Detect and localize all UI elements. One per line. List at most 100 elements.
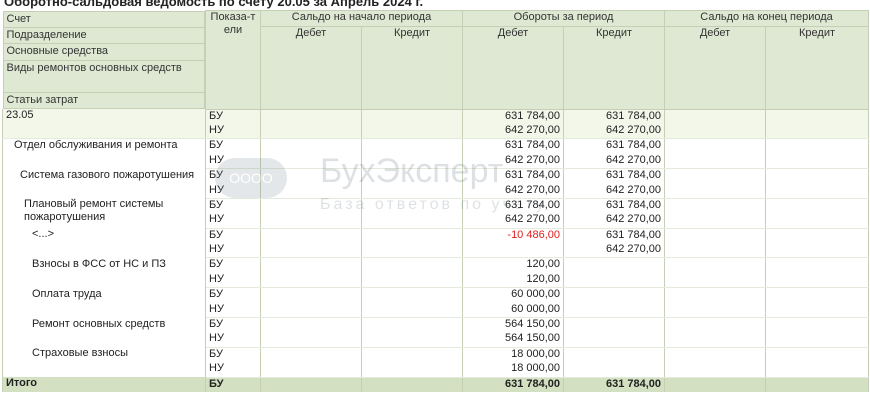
row-name: Ремонт основных средств [2,317,206,348]
header-opening-debit: Дебет [260,26,362,110]
header-indicators: Показа-тели [205,10,261,110]
table-row: НУ 642 270,00 642 270,00 [2,123,870,140]
opening-credit-cell [360,109,464,124]
row-indicator: НУ [205,123,261,140]
opening-debit-cell [260,347,362,363]
header-cost-items: Статьи затрат [2,92,205,110]
opening-credit-cell [360,183,464,199]
turnover-credit-cell: 642 270,00 [563,123,666,140]
row-name: 23.05 [2,109,206,124]
account-header-stack: Счет Подразделение Основные средства Вид… [2,10,206,110]
closing-debit-cell [664,183,767,199]
opening-debit-cell [260,302,362,319]
closing-debit-cell [664,332,767,348]
turnover-debit-cell: 120,00 [462,257,565,273]
opening-credit-cell [360,302,464,319]
closing-credit-cell [765,183,870,199]
turnover-debit-cell: 60 000,00 [462,287,565,303]
opening-debit-cell [260,362,362,378]
turnover-credit-cell [563,362,666,378]
opening-debit-cell [260,243,362,259]
closing-credit-cell [765,302,870,319]
closing-credit-cell [765,198,870,214]
row-indicator: БУ [205,287,261,303]
header-fixed-assets: Основные средства [2,44,205,61]
closing-credit-cell [765,153,870,170]
table-row: <...> БУ -10 486,00 631 784,00 [2,228,870,258]
turnover-credit-cell [563,332,666,348]
closing-debit-cell [664,123,767,140]
turnover-debit-cell: 631 784,00 [462,377,565,392]
opening-debit-cell [260,138,362,154]
opening-credit-cell [360,347,464,363]
closing-credit-cell [765,123,870,140]
table-row: 23.05 БУ 631 784,00 631 784,00 [2,109,870,124]
closing-debit-cell [664,198,767,214]
table-row: Итого БУ 631 784,00 631 784,00 [2,377,870,392]
table-row: Плановый ремонт системы пожаротушения БУ 6… [2,198,870,229]
row-indicator: БУ [205,257,261,273]
opening-credit-cell [360,317,464,333]
closing-credit-cell [765,243,870,259]
closing-credit-cell [765,138,870,154]
row-indicator: БУ [205,377,261,392]
closing-debit-cell [664,228,767,244]
opening-debit-cell [260,317,362,333]
opening-debit-cell [260,168,362,184]
closing-debit-cell [664,287,767,303]
table-row: Оплата труда БУ 60 000,00 [2,287,870,318]
turnover-debit-cell: 631 784,00 [462,138,565,154]
closing-debit-cell [664,243,767,259]
closing-debit-cell [664,138,767,154]
row-name: Отдел обслуживания и ремонта [2,138,206,169]
row-name [2,123,206,140]
closing-debit-cell [664,168,767,184]
turnover-credit-cell: 631 784,00 [563,198,666,214]
header-closing-debit: Дебет [664,26,767,110]
row-indicator: БУ [205,347,261,363]
turnover-debit-cell: 60 000,00 [462,302,565,319]
opening-credit-cell [360,153,464,170]
opening-debit-cell [260,377,362,392]
row-indicator: НУ [205,332,261,348]
table-row: Система газового пожаротушения БУ 631 784,… [2,168,870,199]
table-row: Ремонт основных средств БУ 564 150,00 [2,317,870,348]
row-indicator: НУ [205,183,261,199]
opening-debit-cell [260,228,362,244]
table-row: Страховые взносы БУ 18 000,00 [2,347,870,378]
turnover-debit-cell [462,243,565,259]
row-name: Итого [2,377,206,392]
header-repair-types: Виды ремонтов основных средств [2,60,205,93]
row-indicator: БУ [205,138,261,154]
turnover-credit-cell: 631 784,00 [563,138,666,154]
row-indicator: НУ [205,243,261,259]
opening-credit-cell [360,198,464,214]
table-row: Взносы в ФСС от НС и ПЗ БУ 120,00 [2,257,870,288]
opening-debit-cell [260,109,362,124]
opening-debit-cell [260,198,362,214]
turnover-debit-cell: 120,00 [462,272,565,289]
turnover-credit-cell [563,317,666,333]
turnover-credit-cell: 642 270,00 [563,243,666,259]
opening-debit-cell [260,287,362,303]
closing-credit-cell [765,362,870,378]
header-division: Подразделение [2,27,205,45]
turnover-debit-cell: 642 270,00 [462,183,565,199]
opening-debit-cell [260,123,362,140]
closing-credit-cell [765,287,870,303]
closing-debit-cell [664,347,767,363]
opening-credit-cell [360,362,464,378]
closing-debit-cell [664,153,767,170]
row-indicator: БУ [205,198,261,214]
closing-debit-cell [664,109,767,124]
header-turnover-debit: Дебет [462,26,565,110]
opening-credit-cell [360,123,464,140]
row-name: Страховые взносы [2,347,206,378]
turnover-debit-cell: 631 784,00 [462,168,565,184]
row-indicator: НУ [205,153,261,170]
turnover-credit-cell: 642 270,00 [563,183,666,199]
opening-credit-cell [360,377,464,392]
turnover-credit-cell [563,347,666,363]
turnover-debit-cell: 18 000,00 [462,362,565,378]
row-indicator: БУ [205,168,261,184]
